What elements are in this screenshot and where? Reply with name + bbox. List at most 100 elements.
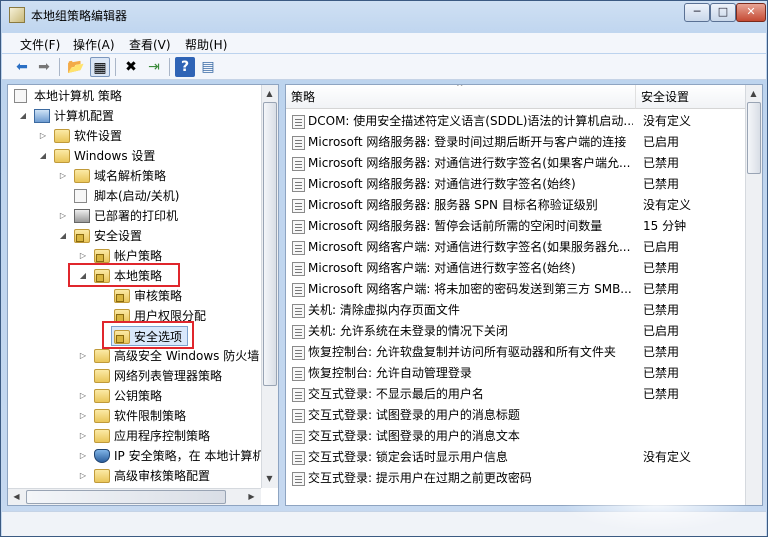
policy-row[interactable]: Microsoft 网络客户端: 对通信进行数字签名(如果服务器允... 已启用 bbox=[286, 237, 746, 258]
close-button[interactable]: ✕ bbox=[736, 3, 766, 22]
collapsed-arrow-icon[interactable]: ▷ bbox=[78, 426, 88, 446]
menu-file[interactable]: 文件(F) bbox=[20, 36, 60, 53]
tree-label: 高级审核策略配置 bbox=[114, 469, 211, 483]
printer-icon bbox=[74, 209, 90, 223]
policy-item-icon bbox=[292, 409, 305, 423]
expanded-arrow-icon[interactable]: ◢ bbox=[18, 106, 28, 126]
policy-setting-value: 已禁用 bbox=[643, 282, 680, 296]
policy-row[interactable]: Microsoft 网络客户端: 将未加密的密码发送到第三方 SMB... 已禁用 bbox=[286, 279, 746, 300]
collapsed-arrow-icon[interactable]: ▷ bbox=[78, 466, 88, 486]
policy-item-icon bbox=[292, 472, 305, 486]
collapsed-arrow-icon[interactable]: ▷ bbox=[38, 126, 48, 146]
policy-setting-value: 已禁用 bbox=[643, 303, 680, 317]
expanded-arrow-icon[interactable]: ◢ bbox=[38, 146, 48, 166]
tree-label: 公钥策略 bbox=[114, 389, 163, 403]
policy-item-icon bbox=[292, 325, 305, 339]
collapsed-arrow-icon[interactable]: ▷ bbox=[78, 386, 88, 406]
column-header-setting[interactable]: 安全设置 bbox=[636, 85, 746, 109]
scrollbar-thumb[interactable] bbox=[747, 102, 761, 174]
script-icon bbox=[74, 189, 87, 203]
back-arrow-icon[interactable]: ⬅ bbox=[12, 57, 32, 77]
forward-arrow-icon[interactable]: ➡ bbox=[34, 57, 54, 77]
folder-icon bbox=[94, 469, 110, 483]
collapsed-arrow-icon[interactable]: ▷ bbox=[78, 346, 88, 366]
policy-setting-value: 已禁用 bbox=[643, 156, 680, 170]
policy-row[interactable]: Microsoft 网络服务器: 暂停会话前所需的空闲时间数量 15 分钟 bbox=[286, 216, 746, 237]
policy-row[interactable]: Microsoft 网络服务器: 服务器 SPN 目标名称验证级别 没有定义 bbox=[286, 195, 746, 216]
scrollbar-thumb[interactable] bbox=[26, 490, 226, 504]
policy-row[interactable]: DCOM: 使用安全描述符定义语言(SDDL)语法的计算机启动... 没有定义 bbox=[286, 111, 746, 132]
expanded-arrow-icon[interactable]: ◢ bbox=[58, 226, 68, 246]
scroll-up-arrow-icon[interactable]: ▲ bbox=[262, 86, 277, 101]
policy-item-icon bbox=[292, 199, 305, 213]
policy-name: Microsoft 网络客户端: 对通信进行数字签名(如果服务器允... bbox=[308, 240, 631, 254]
policy-row[interactable]: Microsoft 网络服务器: 登录时间过期后断开与客户端的连接 已启用 bbox=[286, 132, 746, 153]
maximize-button[interactable]: □ bbox=[710, 3, 736, 22]
policy-row[interactable]: 关机: 允许系统在未登录的情况下关闭 已启用 bbox=[286, 321, 746, 342]
collapsed-arrow-icon[interactable]: ▷ bbox=[58, 206, 68, 226]
policy-row[interactable]: Microsoft 网络服务器: 对通信进行数字签名(如果客户端允... 已禁用 bbox=[286, 153, 746, 174]
menu-action[interactable]: 操作(A) bbox=[73, 36, 115, 53]
tree-label: 软件设置 bbox=[74, 129, 123, 143]
tree-label: 软件限制策略 bbox=[114, 409, 187, 423]
tree-label: 应用程序控制策略 bbox=[114, 429, 211, 443]
folder-icon bbox=[94, 369, 110, 383]
collapsed-arrow-icon[interactable]: ▷ bbox=[78, 406, 88, 426]
policy-item-icon bbox=[292, 367, 305, 381]
scroll-left-arrow-icon[interactable]: ◀ bbox=[9, 489, 24, 504]
collapsed-arrow-icon[interactable]: ▷ bbox=[58, 166, 68, 186]
tree-label: 计算机配置 bbox=[54, 109, 115, 123]
policy-row[interactable]: 关机: 清除虚拟内存页面文件 已禁用 bbox=[286, 300, 746, 321]
menu-view[interactable]: 查看(V) bbox=[129, 36, 171, 53]
policy-setting-value: 已禁用 bbox=[643, 345, 680, 359]
tree-label: 域名解析策略 bbox=[94, 169, 167, 183]
toolbar: ⬅ ➡ 📂 ▦ ✖ ⇥ ? ▤ bbox=[2, 54, 766, 80]
policy-row[interactable]: 恢复控制台: 允许自动管理登录 已禁用 bbox=[286, 363, 746, 384]
policy-row[interactable]: Microsoft 网络服务器: 对通信进行数字签名(始终) 已禁用 bbox=[286, 174, 746, 195]
menu-help[interactable]: 帮助(H) bbox=[185, 36, 227, 53]
policy-setting-value: 已启用 bbox=[643, 240, 680, 254]
scroll-down-arrow-icon[interactable]: ▼ bbox=[262, 471, 277, 486]
policy-item-icon bbox=[292, 241, 305, 255]
tree-horizontal-scrollbar[interactable]: ◀ ▶ bbox=[8, 488, 261, 505]
tree-pane: 本地计算机 策略 ◢ 计算机配置 ▷ 软件设置 ◢ Windows 设置 ▷ 域… bbox=[7, 84, 279, 506]
show-hide-tree-icon[interactable]: ▦ bbox=[90, 57, 110, 77]
policy-name: DCOM: 使用安全描述符定义语言(SDDL)语法的计算机启动... bbox=[308, 114, 633, 128]
policy-item-icon bbox=[292, 136, 305, 150]
policy-row[interactable]: 交互式登录: 锁定会话时显示用户信息 没有定义 bbox=[286, 447, 746, 468]
minimize-button[interactable]: ─ bbox=[684, 3, 710, 22]
watermark-overlay bbox=[561, 476, 751, 531]
export-list-icon[interactable]: ⇥ bbox=[144, 57, 164, 77]
policy-name: 关机: 允许系统在未登录的情况下关闭 bbox=[308, 324, 508, 338]
policy-name: Microsoft 网络客户端: 对通信进行数字签名(始终) bbox=[308, 261, 576, 275]
scroll-up-arrow-icon[interactable]: ▲ bbox=[746, 86, 761, 101]
folder-icon bbox=[94, 429, 110, 443]
policy-row[interactable]: 交互式登录: 不显示最后的用户名 已禁用 bbox=[286, 384, 746, 405]
up-folder-icon[interactable]: 📂 bbox=[66, 57, 86, 77]
tree-label: Windows 设置 bbox=[74, 149, 156, 163]
policy-row[interactable]: Microsoft 网络客户端: 对通信进行数字签名(始终) 已禁用 bbox=[286, 258, 746, 279]
title-bar: 本地组策略编辑器 ─ □ ✕ bbox=[1, 1, 767, 29]
policy-row[interactable]: 恢复控制台: 允许软盘复制并访问所有驱动器和所有文件夹 已禁用 bbox=[286, 342, 746, 363]
tree-label: 脚本(启动/关机) bbox=[94, 189, 180, 203]
collapsed-arrow-icon[interactable]: ▷ bbox=[78, 446, 88, 466]
help-icon[interactable]: ? bbox=[175, 57, 195, 77]
policy-list-pane: 策略 安全设置 ^ DCOM: 使用安全描述符定义语言(SDDL)语法的计算机启… bbox=[285, 84, 763, 506]
policy-row[interactable]: 交互式登录: 试图登录的用户的消息文本 bbox=[286, 426, 746, 447]
properties-icon[interactable]: ▤ bbox=[198, 57, 218, 77]
list-vertical-scrollbar[interactable]: ▲ bbox=[745, 85, 762, 505]
delete-icon[interactable]: ✖ bbox=[121, 57, 141, 77]
toolbar-separator bbox=[169, 58, 170, 76]
policy-setting-value: 没有定义 bbox=[643, 198, 692, 212]
policy-row[interactable]: 交互式登录: 试图登录的用户的消息标题 bbox=[286, 405, 746, 426]
scrollbar-thumb[interactable] bbox=[263, 102, 277, 386]
policy-item-icon bbox=[292, 178, 305, 192]
scroll-right-arrow-icon[interactable]: ▶ bbox=[244, 489, 259, 504]
folder-icon bbox=[74, 169, 90, 183]
policy-item-icon bbox=[292, 262, 305, 276]
policy-setting-value: 15 分钟 bbox=[643, 219, 687, 233]
policy-name: 恢复控制台: 允许自动管理登录 bbox=[308, 366, 472, 380]
sort-caret-icon: ^ bbox=[456, 84, 464, 93]
folder-icon bbox=[94, 409, 110, 423]
tree-vertical-scrollbar[interactable]: ▲ ▼ bbox=[261, 85, 278, 488]
